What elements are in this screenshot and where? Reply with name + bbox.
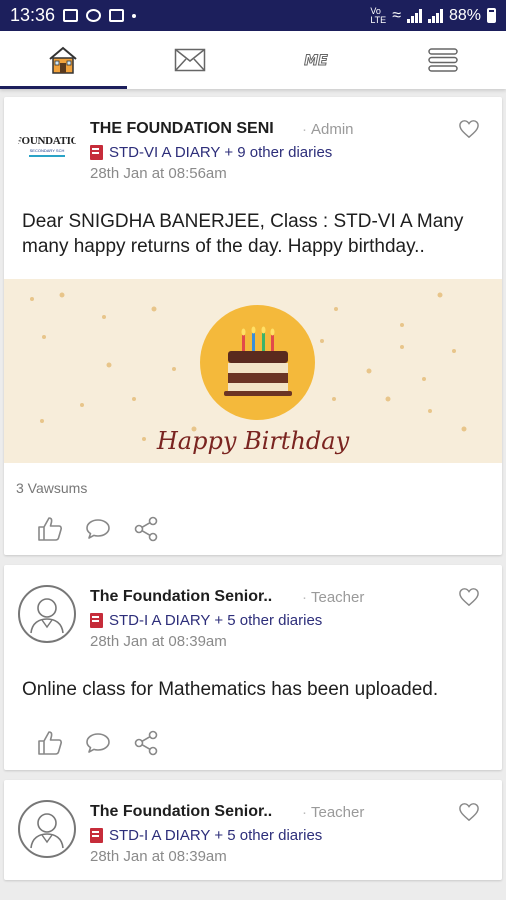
diary-icon: [90, 145, 103, 160]
post-time: 28th Jan at 08:56am: [90, 165, 227, 182]
diaries-text: STD-VI A DIARY + 9 other diaries: [109, 144, 333, 161]
happy-birthday-text: Happy Birthday: [156, 427, 350, 455]
status-bar: 13:36 Vo LTE ≈ 88%: [0, 0, 506, 31]
school-logo-avatar[interactable]: FOUNDATIO SECONDARY SCH: [18, 117, 76, 175]
more-notifications-icon: [132, 13, 137, 18]
post-message: Dear SNIGDHA BANERJEE, Class : STD-VI A …: [22, 211, 464, 257]
tab-home[interactable]: [0, 31, 127, 89]
post-card: The Foundation Senior.. · Teacher STD-I A…: [4, 780, 502, 880]
post-author[interactable]: The Foundation Senior..: [90, 803, 290, 821]
notification-icon: [109, 9, 125, 22]
logo-subtext: SECONDARY SCH: [29, 148, 65, 153]
share-icon[interactable]: [132, 515, 160, 543]
battery-icon: [487, 8, 496, 23]
person-icon: [30, 598, 64, 634]
role-text: Teacher: [311, 589, 365, 606]
user-avatar[interactable]: [18, 800, 76, 858]
battery-percent: 88%: [448, 6, 481, 24]
user-avatar[interactable]: [18, 585, 76, 643]
tab-menu[interactable]: [380, 31, 506, 89]
post-diaries[interactable]: STD-I A DIARY + 5 other diaries: [90, 827, 322, 844]
vawsums-count[interactable]: 3 Vawsums: [4, 463, 502, 503]
tab-messages[interactable]: [127, 31, 254, 89]
home-icon: [49, 46, 77, 74]
post-author[interactable]: THE FOUNDATION SENI: [90, 120, 290, 138]
diary-icon: [90, 613, 103, 628]
tab-me[interactable]: ME: [253, 31, 380, 89]
comment-icon[interactable]: [84, 515, 112, 543]
post-image[interactable]: Happy Birthday: [4, 279, 502, 463]
me-icon: ME: [304, 53, 329, 70]
role-text: Teacher: [311, 804, 365, 821]
feed[interactable]: FOUNDATIO SECONDARY SCH THE FOUNDATION S…: [4, 97, 502, 890]
birthday-cake-icon: [224, 326, 292, 396]
post-header: FOUNDATIO SECONDARY SCH THE FOUNDATION S…: [4, 97, 502, 182]
post-header: The Foundation Senior.. · Teacher STD-I A…: [4, 780, 502, 865]
post-author[interactable]: The Foundation Senior..: [90, 588, 290, 606]
comment-icon[interactable]: [84, 729, 112, 757]
whatsapp-icon: [86, 9, 102, 22]
post-message: Online class for Mathematics has been up…: [22, 679, 439, 700]
post-role: · Teacher: [302, 804, 365, 821]
post-time: 28th Jan at 08:39am: [90, 633, 227, 650]
wifi-icon: ≈: [392, 6, 401, 24]
post-diaries[interactable]: STD-I A DIARY + 5 other diaries: [90, 612, 322, 629]
heart-icon[interactable]: [458, 802, 480, 822]
logo-text: FOUNDATIO: [18, 135, 76, 147]
like-icon[interactable]: [36, 729, 64, 757]
post-actions: [4, 503, 502, 555]
svg-text:ME: ME: [305, 53, 329, 69]
heart-icon[interactable]: [458, 119, 480, 139]
hamburger-menu-icon: [428, 48, 458, 72]
gallery-icon: [63, 9, 79, 22]
signal-icon: [406, 8, 422, 23]
share-icon[interactable]: [132, 729, 160, 757]
diaries-text: STD-I A DIARY + 5 other diaries: [109, 612, 323, 629]
cake-circle: [200, 305, 315, 420]
post-role: · Admin: [302, 121, 354, 138]
post-diaries[interactable]: STD-VI A DIARY + 9 other diaries: [90, 144, 332, 161]
signal-icon-2: [427, 8, 443, 23]
role-text: Admin: [311, 121, 354, 138]
post-role: · Teacher: [302, 589, 365, 606]
person-icon: [30, 813, 64, 849]
volte-icon: Vo LTE: [370, 5, 387, 25]
post-header: The Foundation Senior.. · Teacher STD-I A…: [4, 565, 502, 650]
like-icon[interactable]: [36, 515, 64, 543]
logo-underline: [29, 155, 65, 157]
diaries-text: STD-I A DIARY + 5 other diaries: [109, 827, 323, 844]
tab-bar: ME: [0, 31, 506, 89]
post-time: 28th Jan at 08:39am: [90, 848, 227, 865]
status-time: 13:36: [10, 5, 56, 25]
envelope-icon: [174, 48, 205, 72]
post-card: The Foundation Senior.. · Teacher STD-I A…: [4, 565, 502, 770]
heart-icon[interactable]: [458, 587, 480, 607]
post-card: FOUNDATIO SECONDARY SCH THE FOUNDATION S…: [4, 97, 502, 555]
post-actions: [4, 716, 502, 770]
diary-icon: [90, 828, 103, 843]
